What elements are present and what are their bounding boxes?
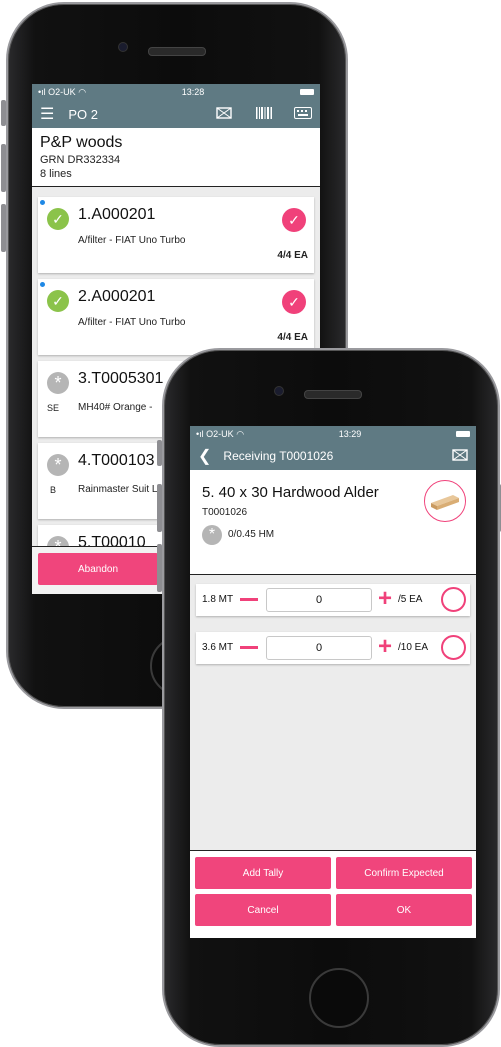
signal-icon: •ıl [38, 86, 46, 97]
front-screen: •ıl O2-UK ◠ 13:29 ❮ Receiving T0001026 5… [190, 426, 476, 938]
tally-expected: /5 EA [398, 594, 423, 605]
line-title: 1.A000201 [78, 206, 156, 223]
menu-icon[interactable]: ☰ [40, 104, 54, 124]
battery-icon [456, 431, 470, 437]
wifi-icon: ◠ [78, 86, 87, 97]
unread-dot [40, 200, 45, 205]
tally-row: 1.8 MT 0 + /5 EA [196, 584, 470, 616]
supplier-name: P&P woods [40, 134, 123, 151]
unread-dot [40, 282, 45, 287]
clock: 13:28 [181, 87, 205, 97]
speaker-grille [148, 47, 206, 56]
line-description: Rainmaster Suit L [78, 484, 158, 495]
minus-icon[interactable] [240, 598, 258, 601]
asterisk-icon: * [47, 454, 69, 476]
product-header: 5. 40 x 30 Hardwood Alder T0001026 * 0/0… [190, 470, 476, 575]
asterisk-icon: * [47, 372, 69, 394]
carrier-label: O2-UK [48, 86, 76, 97]
tally-length: 3.6 MT [202, 642, 234, 653]
abandon-button[interactable]: Abandon [38, 553, 158, 585]
confirm-circle-icon[interactable] [441, 587, 466, 612]
grn-number: GRN DR332334 [40, 154, 121, 166]
toolbar-title: Receiving T0001026 [223, 449, 334, 463]
toolbar: ❮ Receiving T0001026 [190, 442, 476, 470]
minus-icon[interactable] [240, 646, 258, 649]
bottom-action-bar: Add Tally Confirm Expected Cancel OK [190, 850, 476, 938]
po-header: P&P woods GRN DR332334 8 lines [32, 128, 320, 187]
toolbar-title: PO 2 [68, 106, 98, 122]
finish-flag-icon[interactable] [452, 448, 468, 464]
speaker-grille [304, 390, 362, 399]
line-quantity: 4/4 EA [277, 250, 308, 261]
battery-icon [300, 89, 314, 95]
front-camera [118, 42, 128, 52]
tally-expected: /10 EA [398, 642, 429, 653]
volume-down-button [157, 544, 162, 592]
check-icon: ✓ [47, 208, 69, 230]
confirmed-check-icon[interactable]: ✓ [282, 208, 306, 232]
line-item-card[interactable]: ✓ 1.A000201 A/filter - FIAT Uno Turbo ✓ … [38, 197, 314, 273]
product-title: 5. 40 x 30 Hardwood Alder [202, 484, 379, 501]
line-description: A/filter - FIAT Uno Turbo [78, 317, 186, 328]
mute-switch [157, 440, 162, 466]
line-description: A/filter - FIAT Uno Turbo [78, 235, 186, 246]
confirm-expected-button[interactable]: Confirm Expected [336, 857, 472, 889]
clock: 13:29 [338, 429, 362, 439]
line-title: 4.T000103 [78, 452, 155, 469]
line-item-card[interactable]: ✓ 2.A000201 A/filter - FIAT Uno Turbo ✓ … [38, 279, 314, 355]
plus-icon[interactable]: + [378, 635, 392, 659]
status-bar: •ıl O2-UK ◠ 13:29 [190, 426, 476, 442]
line-prefix: SE [47, 403, 60, 413]
line-prefix: B [50, 485, 57, 495]
check-icon: ✓ [47, 290, 69, 312]
line-description: MH40# Orange - [78, 402, 153, 413]
ok-button[interactable]: OK [336, 894, 472, 926]
line-title: 3.T0005301 [78, 370, 164, 387]
wood-plank-icon[interactable] [424, 480, 466, 522]
mute-switch [1, 100, 6, 126]
confirmed-check-icon[interactable]: ✓ [282, 290, 306, 314]
home-button[interactable] [309, 968, 369, 1028]
keyboard-icon[interactable] [294, 106, 312, 122]
carrier-label: O2-UK [206, 428, 234, 439]
product-code: T0001026 [202, 507, 248, 518]
volume-up-button [1, 144, 6, 192]
toolbar: ☰ PO 2 [32, 100, 320, 128]
front-camera [274, 386, 284, 396]
line-count: 8 lines [40, 168, 72, 180]
tally-length: 1.8 MT [202, 594, 234, 605]
barcode-icon[interactable] [256, 106, 272, 122]
plus-icon[interactable]: + [378, 587, 392, 611]
wifi-icon: ◠ [236, 428, 245, 439]
back-chevron-icon[interactable]: ❮ [198, 446, 211, 466]
volume-down-button [1, 204, 6, 252]
asterisk-icon: * [202, 525, 222, 545]
finish-flag-icon[interactable] [216, 106, 232, 122]
line-title: 2.A000201 [78, 288, 156, 305]
cancel-button[interactable]: Cancel [195, 894, 331, 926]
volume-up-button [157, 484, 162, 532]
tally-quantity-input[interactable]: 0 [266, 588, 372, 612]
tally-quantity-input[interactable]: 0 [266, 636, 372, 660]
received-progress: 0/0.45 HM [228, 529, 275, 540]
signal-icon: •ıl [196, 428, 204, 439]
line-quantity: 4/4 EA [277, 332, 308, 343]
status-bar: •ıl O2-UK ◠ 13:28 [32, 84, 320, 100]
confirm-circle-icon[interactable] [441, 635, 466, 660]
tally-row: 3.6 MT 0 + /10 EA [196, 632, 470, 664]
add-tally-button[interactable]: Add Tally [195, 857, 331, 889]
